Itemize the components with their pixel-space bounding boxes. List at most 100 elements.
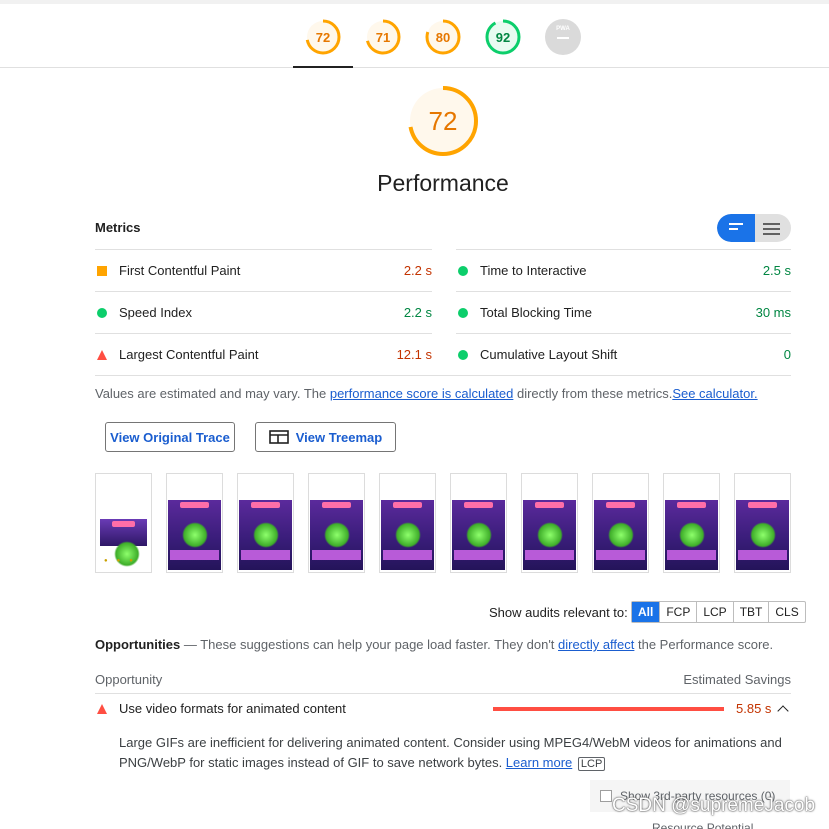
filmstrip-frame: [308, 473, 365, 573]
gauge-value: 92: [495, 29, 511, 45]
performance-score: 72: [428, 105, 458, 136]
filter-label: Show audits relevant to:: [489, 605, 628, 620]
see-calculator-link[interactable]: See calculator.: [672, 386, 757, 401]
score-calculated-link[interactable]: performance score is calculated: [330, 386, 514, 401]
opportunities-columns: Opportunity Estimated Savings: [95, 672, 791, 687]
metric-label: Speed Index: [119, 305, 193, 320]
metric-value: 12.1 s: [396, 347, 432, 362]
audit-title: Use video formats for animated content: [119, 701, 346, 716]
savings-bar: [493, 707, 724, 711]
metric-tbt: Total Blocking Time 30 ms: [456, 291, 791, 333]
screenshot-thumbnail: [594, 500, 647, 570]
average-square-icon: [97, 265, 107, 276]
screenshot-thumbnail: [452, 500, 505, 570]
screenshot-thumbnail: [168, 500, 221, 570]
gauge-accessibility[interactable]: 71: [364, 18, 402, 56]
view-treemap-button[interactable]: View Treemap: [255, 422, 396, 452]
opportunities-desc-prefix: — These suggestions can help your page l…: [180, 637, 559, 652]
screenshot-thumbnail: [381, 500, 434, 570]
pass-circle-icon: [97, 307, 107, 318]
audit-savings: 5.85 s: [736, 701, 772, 716]
pass-circle-icon: [458, 307, 468, 318]
filter-fcp[interactable]: FCP: [660, 602, 698, 622]
filter-lcp[interactable]: LCP: [697, 602, 734, 622]
compact-view-icon: [729, 223, 743, 233]
gauge-pwa[interactable]: PWA: [544, 18, 582, 56]
screenshot-thumbnail: [100, 519, 147, 567]
pass-circle-icon: [458, 349, 468, 360]
metric-label: Largest Contentful Paint: [119, 347, 259, 362]
pwa-badge-label: PWA: [556, 26, 570, 32]
view-original-trace-button[interactable]: View Original Trace: [105, 422, 235, 452]
gauge-best-practices[interactable]: 80: [424, 18, 462, 56]
screenshot-thumbnail: [736, 500, 789, 570]
gauge-value: 71: [375, 29, 391, 45]
gauge-performance[interactable]: 72: [304, 18, 342, 56]
expanded-view-icon[interactable]: [763, 223, 780, 238]
opportunities-header: Opportunities — These suggestions can he…: [95, 637, 773, 652]
filter-tbt[interactable]: TBT: [734, 602, 770, 622]
filmstrip-frame: [521, 473, 578, 573]
audit-filter-group: All FCP LCP TBT CLS: [631, 601, 806, 623]
metric-value: 30 ms: [755, 305, 791, 320]
metric-tti: Time to Interactive 2.5 s: [456, 249, 791, 291]
note-middle: directly from these metrics.: [513, 386, 673, 401]
category-title: Performance: [377, 170, 509, 196]
active-tab-indicator: [293, 66, 353, 68]
metric-label: Cumulative Layout Shift: [480, 347, 618, 362]
third-party-checkbox[interactable]: [600, 790, 612, 802]
screenshot-thumbnail: [310, 500, 363, 570]
toggle-compact-view[interactable]: [717, 214, 755, 242]
directly-affect-link[interactable]: directly affect: [558, 637, 634, 652]
metrics-view-toggle[interactable]: [717, 214, 791, 242]
screenshot-thumbnail: [665, 500, 718, 570]
filmstrip-frame: [663, 473, 720, 573]
fail-triangle-icon: [97, 704, 107, 714]
column-estimated-savings: Estimated Savings: [683, 672, 791, 687]
filter-cls[interactable]: CLS: [769, 602, 804, 622]
fail-triangle-icon: [97, 349, 107, 360]
filmstrip-frame: [237, 473, 294, 573]
column-divider: [95, 693, 791, 694]
screenshot-thumbnail: [239, 500, 292, 570]
report-header: 72 71 80 92 PWA: [0, 0, 829, 68]
gauge-value: 72: [315, 29, 331, 45]
gauge-seo[interactable]: 92: [484, 18, 522, 56]
metric-label: Time to Interactive: [480, 263, 587, 278]
metric-lcp: Largest Contentful Paint 12.1 s: [95, 333, 432, 375]
performance-score-gauge: 72: [406, 84, 480, 158]
filmstrip-frame: [166, 473, 223, 573]
metric-value: 2.5 s: [762, 263, 791, 278]
note-prefix: Values are estimated and may vary. The: [95, 386, 330, 401]
column-opportunity: Opportunity: [95, 672, 163, 687]
screenshot-thumbnail: [523, 500, 576, 570]
metric-speed-index: Speed Index 2.2 s: [95, 291, 432, 333]
lcp-tag: LCP: [577, 757, 606, 771]
button-label: View Treemap: [295, 429, 383, 445]
gauge-value: 80: [435, 29, 451, 45]
metrics-note: Values are estimated and may vary. The p…: [95, 386, 758, 401]
audit-description: Large GIFs are inefficient for deliverin…: [119, 733, 791, 774]
filter-all[interactable]: All: [632, 602, 661, 622]
learn-more-link[interactable]: Learn more: [506, 755, 572, 770]
filmstrip-frame: ●●●: [95, 473, 152, 573]
metrics-heading: Metrics: [95, 220, 141, 235]
treemap-icon: [268, 430, 289, 444]
button-label: View Original Trace: [110, 429, 230, 445]
metrics-divider: [95, 375, 791, 376]
filmstrip-frame: [450, 473, 507, 573]
filmstrip-frame: [734, 473, 791, 573]
table-header-partial: Resource Potential: [652, 821, 754, 829]
watermark: CSDN @supremeJacob: [612, 795, 816, 816]
metric-value: 2.2 s: [403, 305, 432, 320]
audit-description-text: Large GIFs are inefficient for deliverin…: [119, 735, 782, 770]
chevron-up-icon[interactable]: [777, 705, 789, 717]
metric-label: Total Blocking Time: [480, 305, 592, 320]
filmstrip-frame: [379, 473, 436, 573]
metric-value: 2.2 s: [403, 263, 432, 278]
metric-cls: Cumulative Layout Shift 0: [456, 333, 791, 375]
opportunities-title: Opportunities: [95, 637, 181, 652]
pass-circle-icon: [458, 265, 468, 276]
top-strip: [0, 0, 829, 4]
opportunities-desc-suffix: the Performance score.: [634, 637, 774, 652]
